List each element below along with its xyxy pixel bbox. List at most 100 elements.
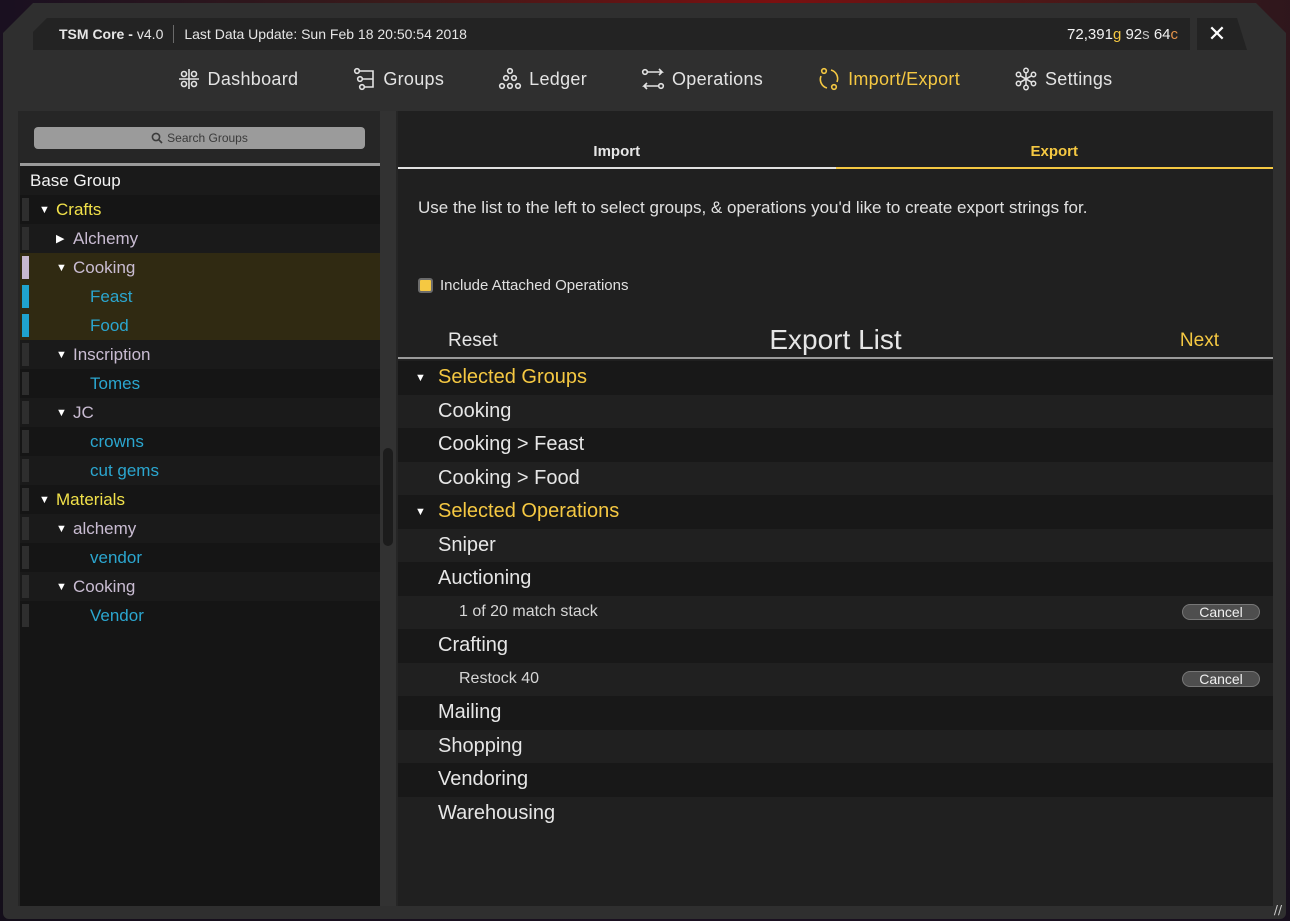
selection-indicator — [22, 546, 29, 569]
selection-indicator — [22, 401, 29, 424]
export-sub-item: 1 of 20 match stack Cancel — [398, 595, 1273, 629]
include-operations-toggle[interactable]: Include Attached Operations — [418, 277, 628, 294]
settings-icon — [1015, 67, 1037, 91]
export-list-item: Sniper — [398, 528, 1273, 562]
cancel-button[interactable]: Cancel — [1182, 671, 1260, 688]
tree-item-label: Crafts — [56, 199, 102, 219]
resize-handle-icon[interactable]: // — [1274, 903, 1282, 917]
export-list-title: Export List — [769, 324, 902, 355]
group-sidebar: Search Groups Base Group ▼ Crafts ▶ Alchemy ▼… — [18, 111, 380, 906]
selection-indicator — [22, 488, 29, 511]
tree-item[interactable]: ▶ Alchemy — [20, 224, 380, 253]
content-frame: Search Groups Base Group ▼ Crafts ▶ Alchemy ▼… — [18, 111, 1273, 906]
nav-groups[interactable]: Groups — [325, 59, 471, 99]
caret-down-icon[interactable]: ▼ — [56, 349, 67, 361]
export-section-header[interactable]: ▼ Selected Groups — [398, 361, 1273, 395]
groups-icon — [354, 67, 375, 91]
tree-item[interactable]: ▼ Cooking — [20, 253, 380, 282]
nav-import-export[interactable]: Import/Export — [790, 59, 987, 99]
tree-item[interactable]: ▼ Inscription — [20, 340, 380, 369]
search-groups-input[interactable]: Search Groups — [34, 127, 365, 149]
tree-item[interactable]: ▼ JC — [20, 398, 380, 427]
tree-item[interactable]: cut gems — [20, 456, 380, 485]
selection-indicator — [22, 430, 29, 453]
caret-down-icon[interactable]: ▼ — [56, 407, 67, 419]
selection-indicator — [22, 343, 29, 366]
scrollbar-thumb[interactable] — [383, 448, 393, 546]
silver-amount: 92 — [1125, 25, 1143, 43]
tree-item-label: Base Group — [30, 170, 121, 190]
caret-down-icon[interactable]: ▼ — [56, 262, 67, 274]
tree-item[interactable]: Tomes — [20, 369, 380, 398]
tree-item[interactable]: Food — [20, 311, 380, 340]
reset-button[interactable]: Reset — [448, 330, 498, 352]
selection-indicator — [22, 256, 29, 279]
export-list-item: Cooking > Food — [398, 461, 1273, 495]
nav-dashboard[interactable]: Dashboard — [150, 59, 326, 99]
tab-import[interactable]: Import — [398, 135, 836, 169]
nav-operations[interactable]: Operations — [614, 59, 790, 99]
nav-ledger[interactable]: Ledger — [471, 59, 614, 99]
tree-item[interactable]: Feast — [20, 282, 380, 311]
caret-right-icon[interactable]: ▶ — [56, 232, 64, 245]
operations-icon — [641, 68, 665, 90]
search-placeholder: Search Groups — [167, 131, 248, 145]
tree-item-label: Feast — [90, 286, 133, 306]
include-operations-checkbox[interactable] — [418, 278, 433, 293]
export-item-label: Cooking > Food — [438, 466, 580, 489]
tsm-window: TSM Core - v4.0 Last Data Update: Sun Fe… — [3, 3, 1286, 919]
tree-item-label: Inscription — [73, 344, 151, 364]
export-item-label: Selected Groups — [438, 366, 587, 389]
tree-item[interactable]: ▼ Cooking — [20, 572, 380, 601]
sidebar-scrollbar[interactable] — [380, 111, 396, 906]
tree-item-label: vendor — [90, 547, 142, 567]
close-icon: ✕ — [1207, 21, 1227, 47]
export-list-item: Cooking > Feast — [398, 428, 1273, 462]
export-list-item: Auctioning — [398, 562, 1273, 596]
tree-item[interactable]: crowns — [20, 427, 380, 456]
tree-item-label: Food — [90, 315, 129, 335]
nav-groups-label: Groups — [383, 68, 445, 89]
export-item-label: Cooking — [438, 399, 512, 422]
export-section-header[interactable]: ▼ Selected Operations — [398, 495, 1273, 529]
gold-unit: g — [1112, 25, 1122, 43]
close-button[interactable]: ✕ — [1197, 18, 1247, 50]
import-export-icon — [819, 67, 839, 91]
nav-settings[interactable]: Settings — [987, 59, 1139, 99]
caret-down-icon[interactable]: ▼ — [39, 204, 50, 216]
tree-item[interactable]: vendor — [20, 543, 380, 572]
export-list: ▼ Selected Groups Cooking Cooking > Feast Co… — [398, 361, 1273, 830]
export-list-item: Shopping — [398, 729, 1273, 763]
tree-item[interactable]: ▼ alchemy — [20, 514, 380, 543]
nav-import-export-label: Import/Export — [848, 68, 960, 89]
caret-down-icon[interactable]: ▼ — [56, 523, 67, 535]
export-item-label: 1 of 20 match stack — [459, 603, 598, 621]
tree-item[interactable]: Base Group — [20, 166, 380, 195]
tree-item-label: Alchemy — [73, 228, 139, 248]
caret-down-icon[interactable]: ▼ — [415, 372, 426, 384]
caret-down-icon[interactable]: ▼ — [39, 494, 50, 506]
dashboard-icon — [178, 69, 199, 89]
tree-item[interactable]: ▼ Crafts — [20, 195, 380, 224]
tab-export[interactable]: Export — [835, 135, 1273, 169]
tree-item[interactable]: ▼ Materials — [20, 485, 380, 514]
group-tree: Base Group ▼ Crafts ▶ Alchemy ▼ Cooking Feast Fo… — [20, 163, 380, 906]
gold-balance: 72,391g 92s 64c — [1067, 26, 1178, 43]
export-list-item: Mailing — [398, 696, 1273, 730]
selection-indicator — [22, 372, 29, 395]
tree-item[interactable]: Vendor — [20, 601, 380, 630]
caret-down-icon[interactable]: ▼ — [56, 581, 67, 593]
selection-indicator — [22, 604, 29, 627]
tree-item-label: Cooking — [73, 576, 136, 596]
selection-indicator — [22, 285, 29, 308]
include-operations-label: Include Attached Operations — [440, 277, 629, 294]
caret-down-icon[interactable]: ▼ — [415, 506, 426, 518]
selection-indicator — [22, 314, 29, 337]
search-icon — [151, 132, 163, 144]
export-item-label: Sniper — [438, 533, 496, 556]
cancel-button[interactable]: Cancel — [1182, 604, 1260, 621]
app-version: v4.0 — [136, 26, 164, 42]
next-button[interactable]: Next — [1180, 330, 1219, 352]
nav-operations-label: Operations — [672, 68, 764, 89]
title-bar[interactable]: TSM Core - v4.0 Last Data Update: Sun Fe… — [33, 18, 1190, 50]
